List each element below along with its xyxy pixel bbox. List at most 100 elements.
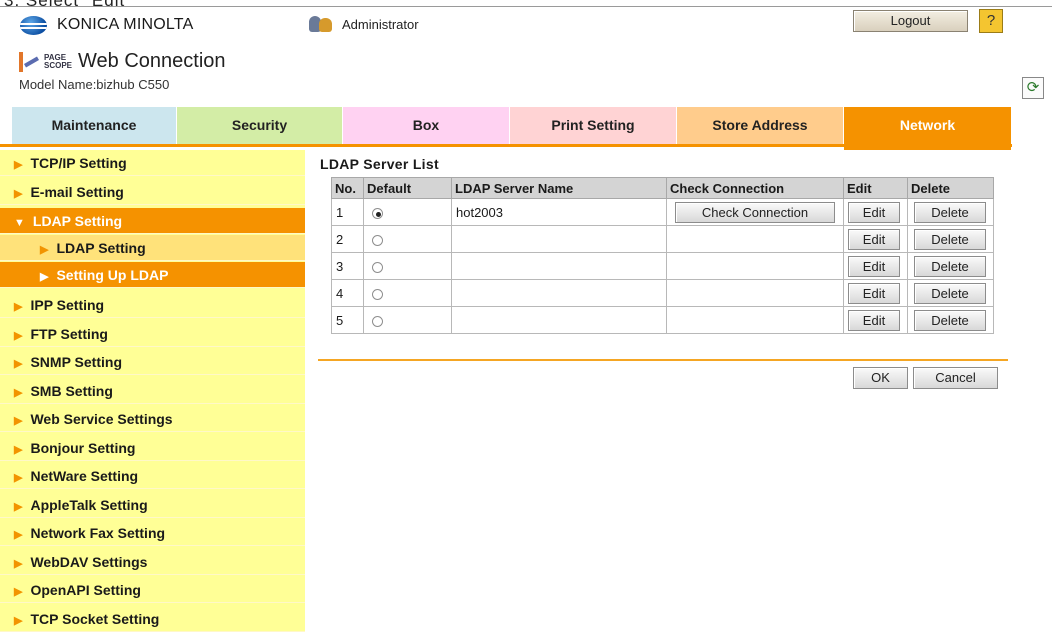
edit-button[interactable]: Edit	[848, 255, 900, 277]
edit-cell: Edit	[843, 198, 908, 226]
sidebar-item-tcp-socket[interactable]: ▶ TCP Socket Setting	[0, 606, 305, 632]
arrow-right-icon: ▶	[14, 444, 23, 456]
sidebar-item-appletalk[interactable]: ▶ AppleTalk Setting	[0, 492, 305, 518]
top-divider	[0, 6, 1052, 7]
edit-button[interactable]: Edit	[848, 309, 900, 331]
check-cell	[666, 306, 844, 334]
globe-icon	[20, 15, 47, 35]
table-row: 2 Edit Delete	[331, 225, 994, 253]
check-cell	[666, 279, 844, 307]
row-number: 1	[331, 198, 364, 226]
arrow-right-icon: ▶	[14, 330, 23, 342]
tab-print-setting[interactable]: Print Setting	[510, 107, 677, 144]
brand-logo: KONICA MINOLTA	[20, 14, 193, 36]
delete-cell: Delete	[907, 306, 994, 334]
product-logo: PAGE SCOPE Web Connection	[19, 50, 226, 73]
cancel-button[interactable]: Cancel	[913, 367, 998, 389]
sidebar-item-openapi[interactable]: ▶ OpenAPI Setting	[0, 577, 305, 603]
delete-button[interactable]: Delete	[914, 228, 986, 250]
sidebar-item-snmp[interactable]: ▶ SNMP Setting	[0, 349, 305, 375]
arrow-right-icon: ▶	[14, 501, 23, 513]
tab-security[interactable]: Security	[177, 107, 343, 144]
check-connection-button[interactable]: Check Connection	[675, 201, 835, 223]
row-number: 2	[331, 225, 364, 253]
sidebar-subitem-setting-up-ldap[interactable]: ▶ Setting Up LDAP	[0, 262, 305, 288]
help-button[interactable]: ?	[979, 9, 1003, 33]
user-info: Administrator	[306, 14, 419, 34]
product-name: Web Connection	[78, 50, 226, 72]
arrow-right-icon: ▶	[14, 558, 23, 570]
server-name	[451, 225, 667, 253]
arrow-down-icon: ▼	[14, 217, 25, 229]
edit-cell: Edit	[843, 279, 908, 307]
default-cell	[363, 306, 452, 334]
delete-button[interactable]: Delete	[914, 255, 986, 277]
delete-button[interactable]: Delete	[914, 201, 986, 223]
table-row: 4 Edit Delete	[331, 279, 994, 307]
logout-button[interactable]: Logout	[853, 10, 968, 32]
sidebar-item-web-service[interactable]: ▶ Web Service Settings	[0, 406, 305, 432]
sidebar-item-ldap[interactable]: ▼ LDAP Setting	[0, 208, 305, 234]
sidebar-item-email[interactable]: ▶ E-mail Setting	[0, 179, 305, 205]
default-radio[interactable]	[372, 234, 383, 246]
edit-button[interactable]: Edit	[848, 201, 900, 223]
col-check-connection: Check Connection	[666, 177, 844, 199]
edit-button[interactable]: Edit	[848, 228, 900, 250]
row-number: 4	[331, 279, 364, 307]
default-cell	[363, 198, 452, 226]
arrow-right-icon: ▶	[14, 188, 23, 200]
arrow-right-icon: ▶	[14, 415, 23, 427]
delete-cell: Delete	[907, 252, 994, 280]
brand-name: KONICA MINOLTA	[57, 16, 194, 33]
arrow-right-icon: ▶	[14, 586, 23, 598]
sidebar-item-webdav[interactable]: ▶ WebDAV Settings	[0, 549, 305, 575]
main-tabs: Maintenance Security Box Print Setting S…	[0, 107, 1052, 150]
pagescope-icon	[19, 51, 41, 72]
user-name: Administrator	[342, 16, 419, 32]
sidebar-item-ftp[interactable]: ▶ FTP Setting	[0, 321, 305, 347]
sidebar-item-ipp[interactable]: ▶ IPP Setting	[0, 292, 305, 318]
edit-cell: Edit	[843, 306, 908, 334]
tab-maintenance[interactable]: Maintenance	[12, 107, 177, 144]
col-delete: Delete	[907, 177, 994, 199]
section-divider	[318, 359, 1008, 361]
table-header-row: No. Default LDAP Server Name Check Conne…	[331, 177, 994, 199]
sidebar-subitem-ldap-setting[interactable]: ▶ LDAP Setting	[0, 235, 305, 261]
row-number: 3	[331, 252, 364, 280]
delete-button[interactable]: Delete	[914, 309, 986, 331]
arrow-right-icon: ▶	[14, 615, 23, 627]
sidebar-item-netware[interactable]: ▶ NetWare Setting	[0, 463, 305, 489]
sidebar-item-tcp-ip[interactable]: ▶ TCP/IP Setting	[0, 150, 305, 176]
arrow-right-icon: ▶	[40, 244, 49, 256]
tab-underline	[0, 144, 1012, 147]
col-edit: Edit	[843, 177, 908, 199]
edit-cell: Edit	[843, 225, 908, 253]
tab-store-address[interactable]: Store Address	[677, 107, 844, 144]
col-no: No.	[331, 177, 364, 199]
delete-cell: Delete	[907, 198, 994, 226]
arrow-right-icon: ▶	[14, 529, 23, 541]
col-default: Default	[363, 177, 452, 199]
arrow-right-icon: ▶	[14, 358, 23, 370]
table-row: 5 Edit Delete	[331, 306, 994, 334]
default-radio[interactable]	[372, 288, 383, 300]
sidebar-item-network-fax[interactable]: ▶ Network Fax Setting	[0, 520, 305, 546]
default-radio[interactable]	[372, 207, 383, 219]
delete-cell: Delete	[907, 279, 994, 307]
pagescope-label: PAGE SCOPE	[44, 52, 73, 70]
refresh-icon[interactable]: ⟳	[1022, 77, 1044, 99]
sidebar-item-bonjour[interactable]: ▶ Bonjour Setting	[0, 435, 305, 461]
tab-box[interactable]: Box	[343, 107, 510, 144]
server-name	[451, 279, 667, 307]
delete-button[interactable]: Delete	[914, 282, 986, 304]
default-radio[interactable]	[372, 315, 383, 327]
edit-button[interactable]: Edit	[848, 282, 900, 304]
sidebar-item-smb[interactable]: ▶ SMB Setting	[0, 378, 305, 404]
default-radio[interactable]	[372, 261, 383, 273]
check-cell	[666, 225, 844, 253]
server-name	[451, 306, 667, 334]
table-row: 3 Edit Delete	[331, 252, 994, 280]
arrow-right-icon: ▶	[14, 387, 23, 399]
ok-button[interactable]: OK	[853, 367, 908, 389]
check-cell	[666, 252, 844, 280]
